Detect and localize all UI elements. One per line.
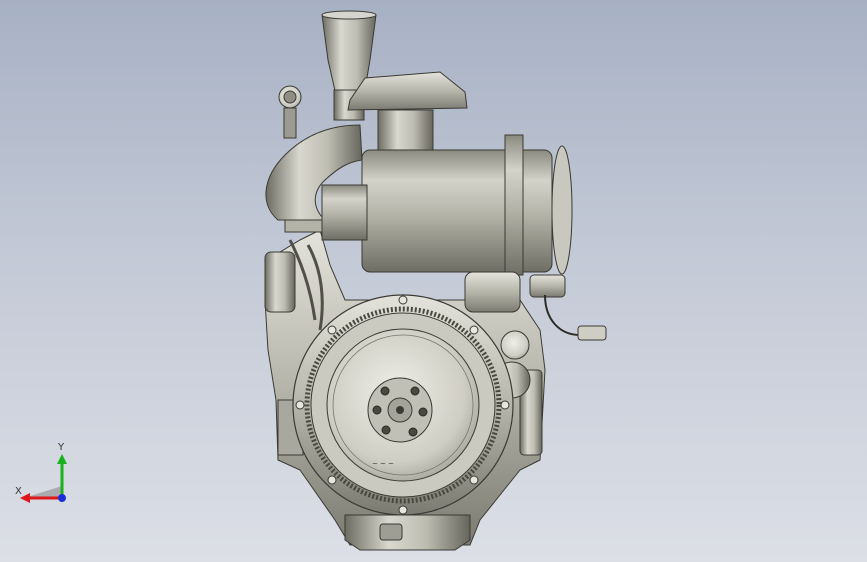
y-axis-arrow-icon xyxy=(57,454,67,464)
flywheel-marking: ~ ~ ~ xyxy=(372,460,394,468)
z-axis-icon xyxy=(58,494,66,502)
y-axis-label: Y xyxy=(58,442,65,453)
engine-3d-model-icon[interactable]: ~ ~ ~ xyxy=(0,0,867,562)
coordinate-triad-icon[interactable] xyxy=(10,440,80,510)
x-axis-label: X xyxy=(15,486,22,497)
graphics-viewport[interactable]: ~ ~ ~ Y X xyxy=(0,0,867,562)
